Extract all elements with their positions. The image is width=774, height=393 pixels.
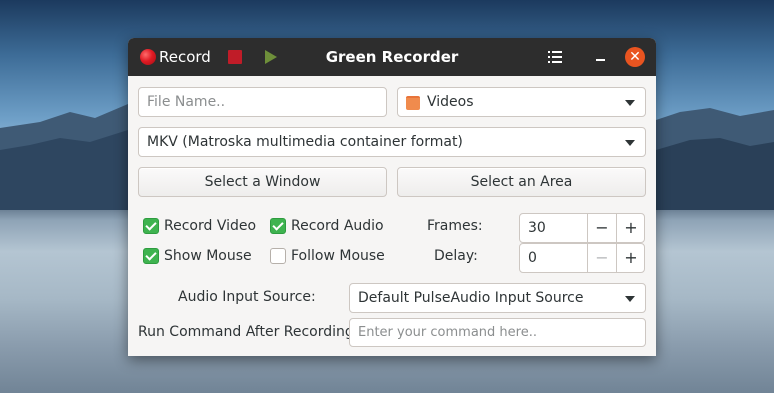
delay-spinner[interactable]: 0 − + <box>519 243 645 273</box>
filename-input[interactable] <box>138 87 387 117</box>
folder-dropdown[interactable]: Videos <box>397 87 646 117</box>
command-label: Run Command After Recording: <box>138 324 359 340</box>
record-video-checkbox[interactable]: Record Video <box>143 218 256 234</box>
delay-increment-button[interactable]: + <box>616 244 644 272</box>
select-window-button[interactable]: Select a Window <box>138 167 387 197</box>
record-label: Record <box>159 48 211 66</box>
frames-value[interactable]: 30 <box>528 220 546 236</box>
show-mouse-label: Show Mouse <box>164 248 252 264</box>
delay-label: Delay: <box>434 248 478 264</box>
stop-icon[interactable] <box>228 50 242 64</box>
record-audio-label: Record Audio <box>291 218 384 234</box>
frames-increment-button[interactable]: + <box>616 214 644 242</box>
green-recorder-window: Record Green Recorder ✕ Videos MKV (Matr… <box>128 38 656 356</box>
format-dropdown[interactable]: MKV (Matroska multimedia container forma… <box>138 127 646 157</box>
delay-decrement-button[interactable]: − <box>587 244 616 272</box>
title-bar: Record Green Recorder ✕ <box>128 38 656 76</box>
checkbox-unchecked-icon <box>270 248 286 264</box>
format-value: MKV (Matroska multimedia container forma… <box>147 134 463 150</box>
audio-source-label: Audio Input Source: <box>178 289 316 305</box>
chevron-down-icon <box>625 140 635 146</box>
select-area-button[interactable]: Select an Area <box>397 167 646 197</box>
checkbox-checked-icon <box>143 248 159 264</box>
follow-mouse-checkbox[interactable]: Follow Mouse <box>270 248 385 264</box>
chevron-down-icon <box>625 296 635 302</box>
command-input[interactable] <box>349 318 646 347</box>
follow-mouse-label: Follow Mouse <box>291 248 385 264</box>
chevron-down-icon <box>625 100 635 106</box>
checkbox-checked-icon <box>270 218 286 234</box>
show-mouse-checkbox[interactable]: Show Mouse <box>143 248 252 264</box>
record-dot-icon <box>140 49 156 65</box>
frames-decrement-button[interactable]: − <box>587 214 616 242</box>
record-video-label: Record Video <box>164 218 257 234</box>
checkbox-checked-icon <box>143 218 159 234</box>
audio-source-value: Default PulseAudio Input Source <box>358 290 584 306</box>
record-button[interactable]: Record <box>140 47 211 67</box>
folder-icon <box>406 96 420 110</box>
minimize-icon[interactable] <box>592 49 608 65</box>
close-icon[interactable]: ✕ <box>625 47 645 67</box>
record-audio-checkbox[interactable]: Record Audio <box>270 218 384 234</box>
frames-spinner[interactable]: 30 − + <box>519 213 645 243</box>
delay-value[interactable]: 0 <box>528 250 537 266</box>
frames-label: Frames: <box>427 218 483 234</box>
folder-value: Videos <box>427 94 474 110</box>
audio-source-dropdown[interactable]: Default PulseAudio Input Source <box>349 283 646 313</box>
play-icon[interactable] <box>265 50 277 64</box>
list-menu-icon[interactable] <box>548 50 562 64</box>
